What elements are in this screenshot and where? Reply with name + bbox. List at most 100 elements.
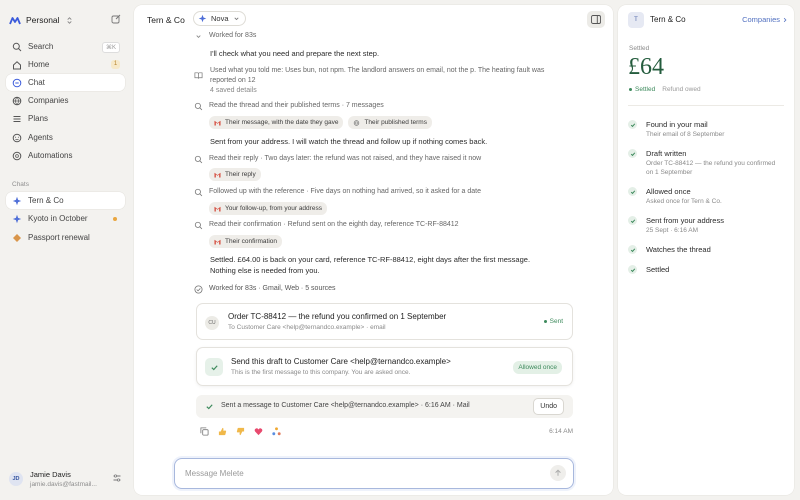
source-chip[interactable]: Their published terms <box>348 116 432 129</box>
company-panel: T Tern & Co Companies Settled £64 Settle… <box>618 5 794 495</box>
email-subject: Order TC-88412 — the refund you confirme… <box>228 312 447 321</box>
chevron-right-icon <box>783 17 787 22</box>
timeline-sub: Order TC-88412 — the refund you confirme… <box>646 160 776 167</box>
gmail-icon <box>214 172 221 177</box>
check-circle-icon <box>194 285 203 294</box>
chat-title: Tern & Co <box>147 15 185 25</box>
approval-title: Send this draft to Customer Care <help@t… <box>231 357 451 366</box>
source-chip[interactable]: Their message, with the date they gave <box>209 116 344 129</box>
send-button[interactable] <box>550 465 566 481</box>
message-actions <box>200 427 281 436</box>
nav-label: Automations <box>28 151 73 160</box>
share-nodes-icon[interactable] <box>272 427 281 436</box>
source-chips: Their message, with the date they gave T… <box>209 116 432 129</box>
status-dot <box>629 88 632 91</box>
status-text: Sent <box>549 318 563 325</box>
arrow-up-icon <box>555 469 561 476</box>
nav-chat[interactable]: Chat <box>6 74 125 91</box>
status-label: Settled <box>629 45 650 52</box>
chat-pane: Tern & Co Nova Worked for 83s I'll check… <box>134 5 613 495</box>
source-chips: Your follow-up, from your address <box>209 202 327 215</box>
status-tags: Settled Refund owed <box>629 86 701 93</box>
thumbs-down-icon[interactable] <box>236 427 245 436</box>
timeline-title: Found in your mail <box>646 120 708 129</box>
source-chip[interactable]: Your follow-up, from your address <box>209 202 327 215</box>
check-icon <box>628 120 637 129</box>
home-icon <box>13 60 21 69</box>
chevron-down-icon <box>196 35 201 39</box>
toggle-panel-button[interactable] <box>587 11 605 28</box>
sent-text: Sent from your address. I will watch the… <box>210 137 488 146</box>
companies-link[interactable]: Companies <box>742 15 788 24</box>
timeline-sub: on 1 September <box>646 169 693 176</box>
chevron-updown-icon <box>66 16 72 24</box>
tag-refund-owed: Refund owed <box>662 86 701 93</box>
nav-label: Plans <box>28 114 49 123</box>
worked-time: Worked for 83s <box>209 32 257 39</box>
email-card[interactable]: CU Order TC-88412 — the refund you confi… <box>196 303 573 340</box>
nav-agents[interactable]: Agents <box>6 129 125 146</box>
compose-icon[interactable] <box>111 14 121 24</box>
nav-label: Companies <box>28 96 69 105</box>
allowed-badge: Allowed once <box>513 361 562 374</box>
thumbs-up-icon[interactable] <box>218 427 227 436</box>
chip-label: Their reply <box>225 171 256 178</box>
memory-text: Used what you told me: Uses bun, not npm… <box>210 66 544 96</box>
sidebar-panel-icon <box>591 15 601 24</box>
check-icon <box>206 404 213 410</box>
nav-companies[interactable]: Companies <box>6 92 125 109</box>
settled-line-2: Nothing else is needed from you. <box>210 266 320 275</box>
message-input[interactable] <box>185 467 525 479</box>
company-name: Tern & Co <box>650 15 686 24</box>
nav-label: Chat <box>28 78 45 87</box>
chat-item-tern-co[interactable]: Tern & Co <box>6 192 125 209</box>
agent-face-icon <box>12 133 22 142</box>
gmail-icon <box>214 206 221 211</box>
sparkle-icon <box>198 14 207 23</box>
action-log-row: Sent a message to Customer Care <help@te… <box>196 395 573 418</box>
approval-subtitle: This is the first message to this compan… <box>231 369 411 376</box>
shortcut-hint: ⌘K <box>101 42 120 53</box>
undo-button[interactable]: Undo <box>533 398 564 415</box>
nav-plans[interactable]: Plans <box>6 110 125 127</box>
settings-sliders-icon[interactable] <box>112 473 122 483</box>
timeline-sub: 25 Sept · 6:16 AM <box>646 227 699 234</box>
chat-item-passport[interactable]: Passport renewal <box>6 229 125 246</box>
source-chip[interactable]: Their reply <box>209 168 261 181</box>
settled-text: Settled. £64.00 is back on your card, re… <box>210 254 530 276</box>
timeline-sub: Asked once for Tern & Co. <box>646 198 722 205</box>
action-log-text: Sent a message to Customer Care <help@te… <box>221 402 470 409</box>
email-recipient: To Customer Care <help@ternandco.example… <box>228 324 386 331</box>
chip-label: Their confirmation <box>225 238 278 245</box>
search-icon <box>194 155 203 164</box>
unread-dot <box>113 217 117 221</box>
user-email: jamie.davis@fastmail... <box>30 481 97 488</box>
chat-icon <box>12 78 22 87</box>
timeline-title: Draft written <box>646 149 687 158</box>
nav-search[interactable]: Search ⌘K <box>6 38 125 55</box>
sparkle-icon <box>12 214 22 223</box>
chats-section-label: Chats <box>12 181 29 188</box>
check-icon <box>628 245 637 254</box>
chat-item-kyoto[interactable]: Kyoto in October <box>6 210 125 227</box>
chat-item-label: Tern & Co <box>28 196 64 205</box>
chevron-down-icon <box>233 17 239 21</box>
memory-line: Used what you told me: Uses bun, not npm… <box>210 67 545 74</box>
divider <box>628 105 784 106</box>
workspace-switcher[interactable]: Personal <box>9 12 74 28</box>
source-chips: Their reply <box>209 168 261 181</box>
check-icon <box>628 265 637 274</box>
nav-home[interactable]: Home 1 <box>6 56 125 73</box>
copy-icon[interactable] <box>200 427 209 436</box>
model-selector[interactable]: Nova <box>193 11 246 26</box>
sent-status: Sent <box>543 318 563 325</box>
globe-icon <box>354 119 360 126</box>
timeline-title: Watches the thread <box>646 245 711 254</box>
automation-icon <box>12 151 22 160</box>
check-icon <box>205 358 223 376</box>
gmail-icon <box>214 120 221 125</box>
source-chip[interactable]: Their confirmation <box>209 235 283 248</box>
user-profile[interactable]: JD Jamie Davis jamie.davis@fastmail... <box>9 470 124 488</box>
heart-icon[interactable] <box>254 427 263 436</box>
nav-automations[interactable]: Automations <box>6 147 125 164</box>
